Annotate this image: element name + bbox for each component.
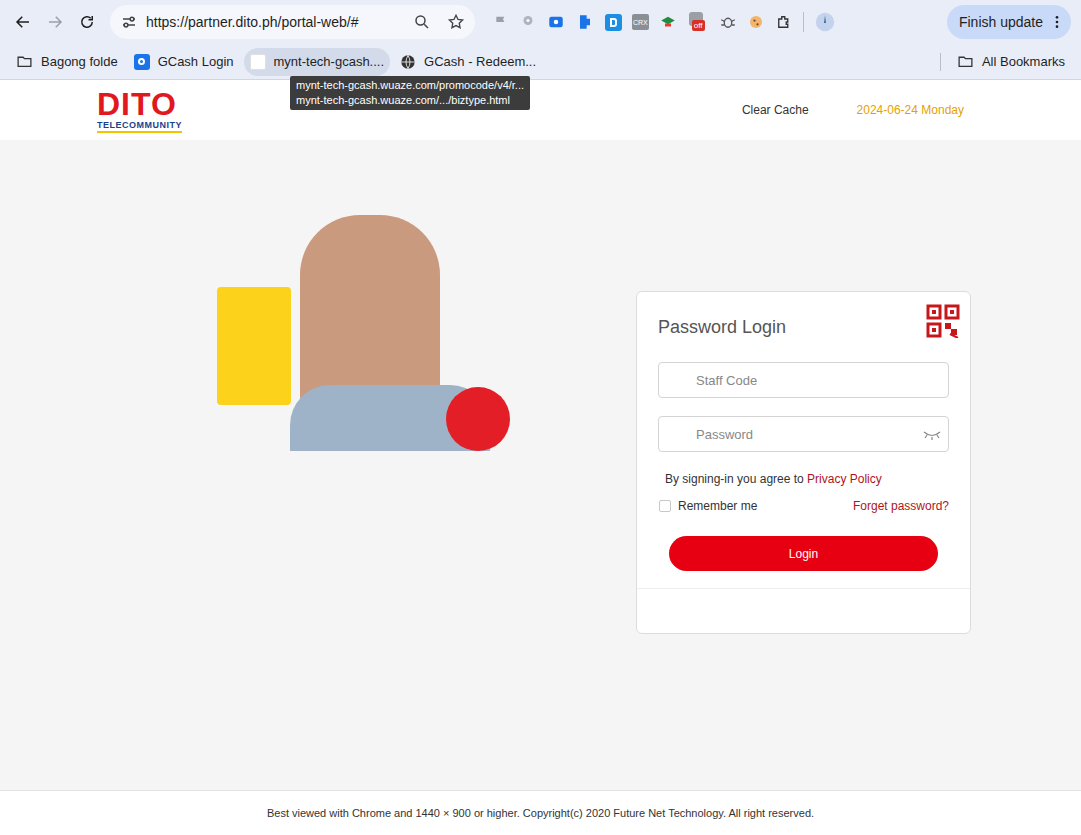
staff-code-input[interactable] bbox=[658, 362, 949, 398]
bug-icon[interactable] bbox=[719, 13, 737, 31]
remember-row: Remember me Forget password? bbox=[658, 498, 949, 514]
privacy-policy-link[interactable]: Privacy Policy bbox=[807, 472, 882, 486]
flag-icon[interactable] bbox=[493, 14, 509, 30]
bookmark-label: GCash Login bbox=[158, 52, 234, 72]
agreement-text: By signing-in you agree to bbox=[665, 472, 804, 486]
blank-page-icon bbox=[250, 54, 266, 70]
bookmark-icon-holder bbox=[250, 54, 266, 70]
b-extension-icon[interactable] bbox=[605, 14, 622, 31]
bookmark-list: Bagong folde GCash Login mynt-tech-gcash..… bbox=[10, 48, 940, 76]
main-area: Password Login By signing-in you agree t… bbox=[0, 140, 1081, 790]
profile-icon[interactable] bbox=[814, 11, 836, 33]
menu-icon[interactable] bbox=[1049, 14, 1065, 30]
page-header: DITO TELECOMMUNITY Clear Cache 2024-06-2… bbox=[0, 80, 1081, 140]
all-bookmarks-label: All Bookmarks bbox=[982, 52, 1065, 72]
clear-cache-link[interactable]: Clear Cache bbox=[742, 101, 809, 119]
dito-logo[interactable]: DITO TELECOMMUNITY bbox=[97, 88, 182, 133]
login-card: Password Login By signing-in you agree t… bbox=[636, 291, 971, 634]
qr-code-icon[interactable] bbox=[926, 304, 960, 338]
password-field bbox=[658, 416, 949, 452]
star-icon[interactable] bbox=[447, 13, 465, 31]
forgot-password-link[interactable]: Forget password? bbox=[853, 498, 949, 514]
gcash-icon bbox=[134, 54, 150, 70]
bookmark-label: mynt-tech-gcash.... bbox=[274, 52, 385, 72]
bookmark-icon-holder bbox=[16, 53, 33, 70]
tooltip-line: mynt-tech-gcash.wuaze.com/.../biztype.ht… bbox=[296, 93, 524, 108]
tooltip-line: mynt-tech-gcash.wuaze.com/promocode/v4/r… bbox=[296, 78, 524, 93]
folder-icon bbox=[957, 53, 974, 70]
finish-update-button[interactable]: Finish update bbox=[947, 5, 1071, 39]
extensions: CRX off bbox=[493, 11, 941, 33]
location-icon[interactable] bbox=[519, 13, 537, 31]
login-button-label: Login bbox=[789, 545, 818, 563]
green-extension-icon[interactable] bbox=[659, 13, 677, 31]
forward-icon[interactable] bbox=[42, 9, 68, 35]
web-page: DITO TELECOMMUNITY Clear Cache 2024-06-2… bbox=[0, 80, 1081, 835]
bookmarks-bar: Bagong folde GCash Login mynt-tech-gcash..… bbox=[0, 44, 1081, 80]
login-title: Password Login bbox=[658, 316, 949, 338]
cookie-icon[interactable] bbox=[747, 13, 765, 31]
page-footer: Best viewed with Chrome and 1440 × 900 o… bbox=[0, 790, 1081, 835]
off-badge: off bbox=[692, 20, 705, 31]
crx-label: CRX bbox=[633, 19, 648, 26]
logo-text: DITO bbox=[97, 88, 177, 120]
remember-label[interactable]: Remember me bbox=[678, 498, 757, 514]
bookmark-item[interactable]: GCash - Redeem... bbox=[394, 48, 542, 76]
bookmark-item[interactable]: GCash Login bbox=[128, 48, 240, 76]
bookmark-tooltip: mynt-tech-gcash.wuaze.com/promocode/v4/r… bbox=[290, 76, 530, 110]
globe-icon bbox=[400, 54, 416, 70]
finish-update-label: Finish update bbox=[959, 12, 1043, 33]
bookmark-icon-holder bbox=[400, 54, 416, 70]
password-input[interactable] bbox=[658, 416, 949, 452]
bookmark-item[interactable]: mynt-tech-gcash.... bbox=[244, 48, 391, 76]
bookmark-label: Bagong folde bbox=[41, 52, 118, 72]
camera-icon[interactable] bbox=[547, 13, 565, 31]
all-bookmarks[interactable]: All Bookmarks bbox=[951, 48, 1071, 76]
url-text[interactable]: https://partner.dito.ph/portal-web/# bbox=[146, 12, 405, 33]
off-extension-icon[interactable]: off bbox=[687, 12, 709, 32]
puzzle-blue-icon[interactable] bbox=[575, 12, 595, 32]
crx-extension-icon[interactable]: CRX bbox=[632, 14, 649, 30]
date-text: 2024-06-24 Monday bbox=[857, 101, 964, 119]
hero-photo bbox=[190, 215, 548, 451]
remember-checkbox[interactable] bbox=[659, 500, 671, 512]
folder-icon bbox=[16, 53, 33, 70]
bookmark-icon-holder bbox=[134, 54, 150, 70]
footer-text: Best viewed with Chrome and 1440 × 900 o… bbox=[267, 805, 814, 822]
back-icon[interactable] bbox=[10, 9, 36, 35]
address-bar[interactable]: https://partner.dito.ph/portal-web/# bbox=[110, 5, 475, 39]
reload-icon[interactable] bbox=[74, 9, 100, 35]
toolbar: https://partner.dito.ph/portal-web/# CRX… bbox=[0, 0, 1081, 44]
eye-closed-icon[interactable] bbox=[923, 427, 941, 441]
agreement-row: By signing-in you agree to Privacy Polic… bbox=[658, 471, 949, 487]
logo-subtext: TELECOMMUNITY bbox=[97, 120, 182, 133]
browser-window: https://partner.dito.ph/portal-web/# CRX… bbox=[0, 0, 1081, 835]
login-button[interactable]: Login bbox=[669, 536, 938, 571]
extensions-icon[interactable] bbox=[775, 13, 793, 31]
bookmark-label: GCash - Redeem... bbox=[424, 52, 536, 72]
site-settings-icon[interactable] bbox=[120, 13, 138, 31]
bookmark-item[interactable]: Bagong folde bbox=[10, 48, 124, 76]
zoom-icon[interactable] bbox=[413, 13, 431, 31]
